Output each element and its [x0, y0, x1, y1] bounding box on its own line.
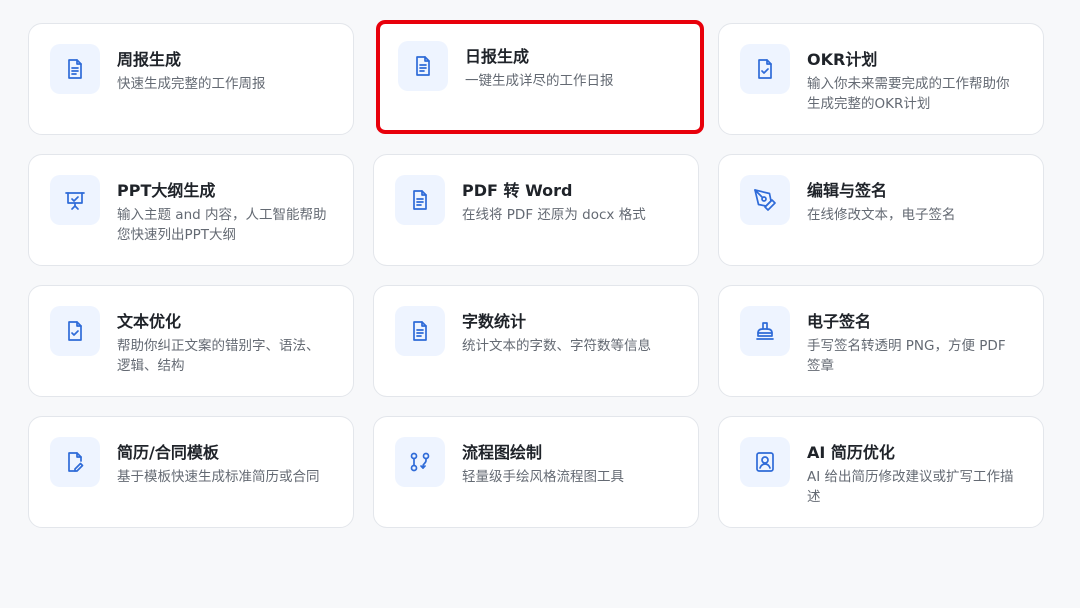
- pen-nib-icon: [740, 175, 790, 225]
- tool-description: 轻量级手绘风格流程图工具: [462, 469, 624, 485]
- tool-description: 一键生成详尽的工作日报: [465, 73, 614, 89]
- document-icon: [395, 175, 445, 225]
- tool-description: 手写签名转透明 PNG，方便 PDF 签章: [807, 338, 1006, 374]
- tool-title: AI 简历优化: [807, 443, 895, 462]
- tool-card-ppt-outline[interactable]: PPT大纲生成 输入主题 and 内容，人工智能帮助您快速列出PPT大纲: [28, 154, 354, 266]
- document-edit-icon: [50, 437, 100, 487]
- tool-title: 流程图绘制: [462, 443, 543, 462]
- presentation-icon: [50, 175, 100, 225]
- stamp-icon: [740, 306, 790, 356]
- tool-card-e-signature[interactable]: 电子签名 手写签名转透明 PNG，方便 PDF 签章: [718, 285, 1044, 397]
- document-check-icon: [740, 44, 790, 94]
- tool-title: OKR计划: [807, 50, 878, 69]
- tool-description: 输入主题 and 内容，人工智能帮助您快速列出PPT大纲: [117, 207, 327, 243]
- tool-title: 电子签名: [807, 312, 872, 331]
- tool-title: 日报生成: [465, 47, 530, 66]
- tool-card-text-optimize[interactable]: 文本优化 帮助你纠正文案的错别字、语法、逻辑、结构: [28, 285, 354, 397]
- tool-title: 字数统计: [462, 312, 527, 331]
- tool-title: PDF 转 Word: [462, 181, 573, 200]
- tool-title: 文本优化: [117, 312, 182, 331]
- tool-card-flowchart[interactable]: 流程图绘制 轻量级手绘风格流程图工具: [373, 416, 699, 528]
- tool-card-edit-and-sign[interactable]: 编辑与签名 在线修改文本，电子签名: [718, 154, 1044, 266]
- tool-card-resume-contract-template[interactable]: 简历/合同模板 基于模板快速生成标准简历或合同: [28, 416, 354, 528]
- tool-description: 在线将 PDF 还原为 docx 格式: [462, 207, 646, 223]
- document-check-icon: [50, 306, 100, 356]
- tool-title: 编辑与签名: [807, 181, 888, 200]
- tool-card-okr-plan[interactable]: OKR计划 输入你未来需要完成的工作帮助你生成完整的OKR计划: [718, 23, 1044, 135]
- document-icon: [395, 306, 445, 356]
- tool-title: 简历/合同模板: [117, 443, 219, 462]
- document-icon: [398, 41, 448, 91]
- tool-description: AI 给出简历修改建议或扩写工作描述: [807, 469, 1014, 505]
- tool-title: 周报生成: [117, 50, 182, 69]
- document-icon: [50, 44, 100, 94]
- tool-title: PPT大纲生成: [117, 181, 216, 200]
- tool-card-pdf-to-word[interactable]: PDF 转 Word 在线将 PDF 还原为 docx 格式: [373, 154, 699, 266]
- tool-card-daily-report[interactable]: 日报生成 一键生成详尽的工作日报: [376, 20, 704, 134]
- tool-description: 输入你未来需要完成的工作帮助你生成完整的OKR计划: [807, 76, 1010, 112]
- tool-description: 在线修改文本，电子签名: [807, 207, 956, 223]
- tool-card-weekly-report[interactable]: 周报生成 快速生成完整的工作周报: [28, 23, 354, 135]
- tool-description: 帮助你纠正文案的错别字、语法、逻辑、结构: [117, 338, 320, 374]
- flow-icon: [395, 437, 445, 487]
- user-card-icon: [740, 437, 790, 487]
- tool-description: 统计文本的字数、字符数等信息: [462, 338, 651, 354]
- tool-grid: 周报生成 快速生成完整的工作周报 日报生成 一键生成详尽的工作日报 OKR计划 …: [0, 0, 1080, 608]
- tool-card-word-count[interactable]: 字数统计 统计文本的字数、字符数等信息: [373, 285, 699, 397]
- tool-card-ai-resume-optimize[interactable]: AI 简历优化 AI 给出简历修改建议或扩写工作描述: [718, 416, 1044, 528]
- tool-description: 快速生成完整的工作周报: [117, 76, 266, 92]
- tool-description: 基于模板快速生成标准简历或合同: [117, 469, 320, 485]
